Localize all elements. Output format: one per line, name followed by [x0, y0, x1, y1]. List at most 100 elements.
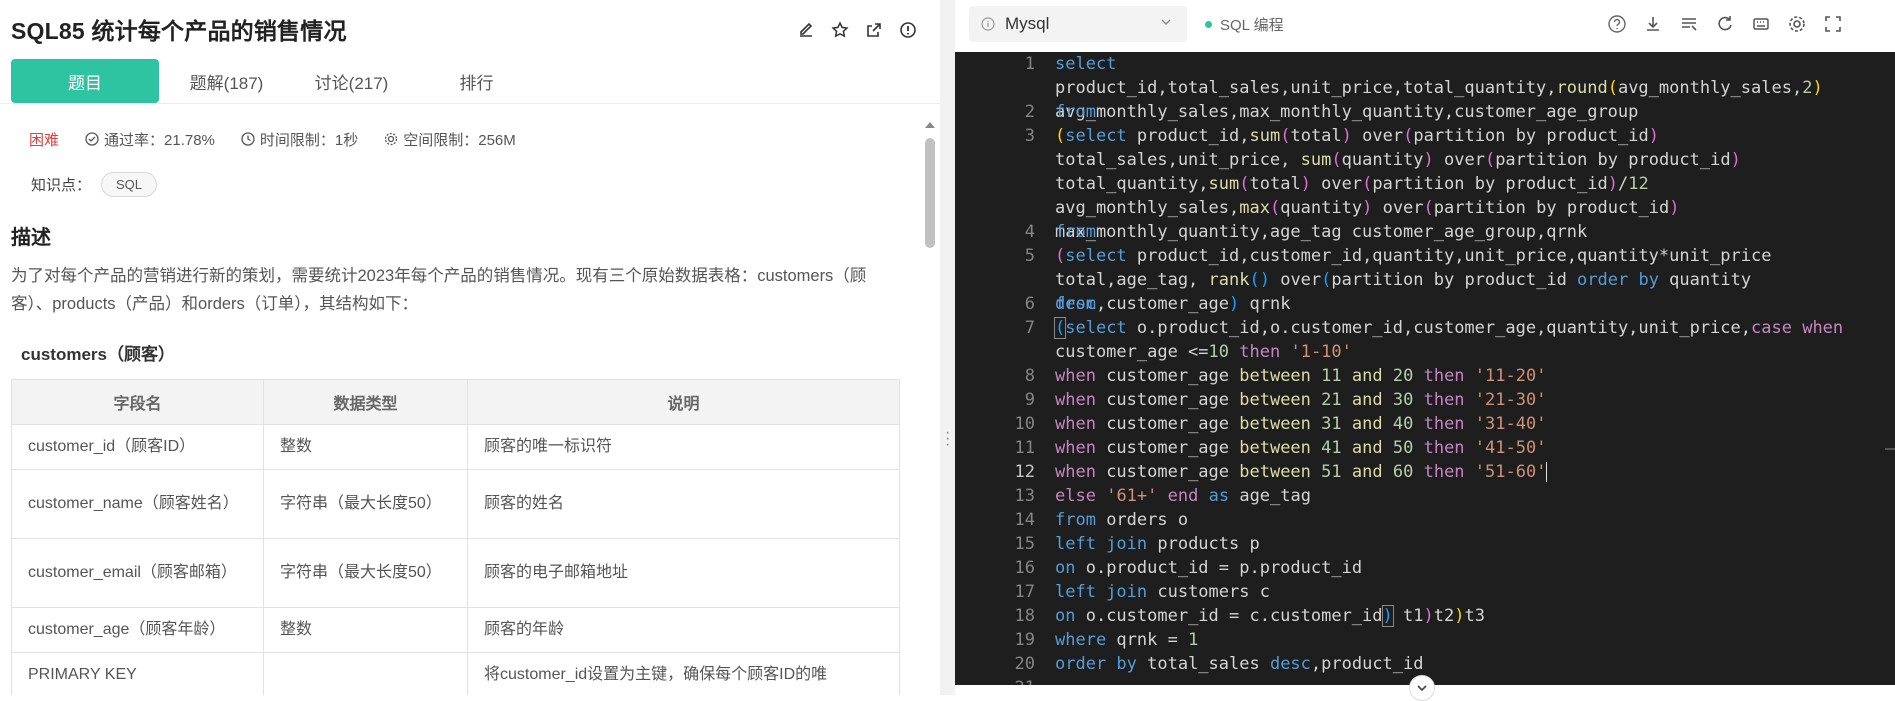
panel-splitter[interactable]: · · · — [940, 0, 955, 695]
line-number: 9 — [1024, 390, 1035, 410]
line-number: 20 — [1014, 654, 1035, 674]
code-text[interactable]: (select o.product_id,o.customer_id,custo… — [1053, 316, 1883, 364]
time-limit: 时间限制：1秒 — [241, 129, 358, 150]
line-number: 11 — [1014, 438, 1035, 458]
space-limit: 空间限制：256M — [384, 129, 516, 150]
language-value: Mysql — [1005, 14, 1050, 33]
status-dot — [1205, 21, 1212, 28]
description-text: 为了对每个产品的营销进行新的策划，需要统计2023年每个产品的销售情况。现有三个… — [11, 267, 867, 313]
table-header: 数据类型 — [263, 379, 468, 425]
table-cell: customer_age（顾客年龄） — [11, 607, 264, 653]
code-text[interactable]: on o.customer_id = c.customer_id) t1)t2)… — [1055, 604, 1883, 628]
table-row: customer_email（顾客邮箱） 字符串（最大长度50） 顾客的电子邮箱… — [11, 538, 900, 608]
download-icon[interactable] — [1641, 12, 1665, 36]
line-number: 3 — [1024, 126, 1035, 146]
line-number: 6 — [1024, 294, 1035, 314]
table-header: 字段名 — [11, 379, 264, 425]
settings-icon[interactable] — [1785, 12, 1809, 36]
code-text[interactable]: from — [1055, 220, 1883, 244]
problem-content: 困难 通过率：21.78% 时间限制：1秒 空间限制：256M 知识点： SQL… — [11, 117, 901, 695]
editor-scroll-marker — [1885, 448, 1895, 450]
line-number: 8 — [1024, 366, 1035, 386]
meta-row: 困难 通过率：21.78% 时间限制：1秒 空间限制：256M — [11, 117, 901, 161]
clock-icon — [241, 132, 255, 146]
table-cell: 顾客的电子邮箱地址 — [467, 538, 900, 608]
table-cell: customer_name（顾客姓名） — [11, 469, 264, 539]
language-select[interactable]: Mysql — [969, 6, 1187, 42]
editor-toolbar: Mysql SQL 编程 — [955, 0, 1895, 52]
table-row: customer_age（顾客年龄） 整数 顾客的年龄 — [11, 607, 900, 653]
line-number: 18 — [1014, 606, 1035, 626]
table-cell: 字符串（最大长度50） — [263, 469, 468, 539]
mode-label: SQL 编程 — [1205, 14, 1284, 35]
code-text[interactable]: from orders o — [1055, 508, 1883, 532]
code-text[interactable]: left join products p — [1055, 532, 1883, 556]
code-text[interactable]: when customer_age between 21 and 30 then… — [1055, 388, 1883, 412]
info-icon[interactable] — [896, 18, 920, 42]
pass-rate-text: 通过率：21.78% — [104, 131, 215, 149]
table-cell: 顾客的姓名 — [467, 469, 900, 539]
table-cell: 整数 — [263, 607, 468, 653]
code-text[interactable]: on o.product_id = p.product_id — [1055, 556, 1883, 580]
time-limit-text: 时间限制：1秒 — [259, 131, 359, 149]
tab-problem[interactable]: 题目 — [11, 59, 159, 103]
line-number: 10 — [1014, 414, 1035, 434]
mode-text: SQL 编程 — [1220, 17, 1284, 34]
table-cell: 顾客的年龄 — [467, 607, 900, 653]
code-text[interactable]: from — [1055, 100, 1883, 124]
knowledge-tag[interactable]: SQL — [101, 171, 158, 197]
table-row: PRIMARY KEY 将customer_id设置为主键，确保每个顾客ID的唯 — [11, 652, 900, 695]
table-header: 说明 — [467, 379, 900, 425]
tab-ranking[interactable]: 排行 — [414, 59, 539, 103]
star-icon[interactable] — [828, 18, 852, 42]
code-text[interactable]: order by total_sales desc,product_id — [1055, 652, 1883, 676]
collapse-chevron-icon[interactable] — [1409, 675, 1435, 701]
scroll-up-arrow[interactable] — [925, 122, 935, 128]
table-cell: PRIMARY KEY — [11, 652, 264, 695]
code-text[interactable]: when customer_age between 41 and 50 then… — [1055, 436, 1883, 460]
line-number: 7 — [1024, 318, 1035, 338]
line-number: 12 — [1014, 462, 1035, 482]
line-number: 4 — [1024, 222, 1035, 242]
table-row: customer_name（顾客姓名） 字符串（最大长度50） 顾客的姓名 — [11, 469, 900, 539]
drag-handle-icon[interactable]: · · · — [945, 425, 950, 453]
description-heading: 描述 — [11, 227, 51, 249]
code-text[interactable]: else '61+' end as age_tag — [1055, 484, 1883, 508]
line-number: 16 — [1014, 558, 1035, 578]
knowledge-row: 知识点： SQL — [11, 169, 901, 199]
tab-solutions[interactable]: 题解(187) — [164, 59, 289, 103]
space-limit-text: 空间限制：256M — [403, 131, 516, 149]
line-number: 21 — [955, 676, 1035, 685]
keyboard-icon[interactable] — [1749, 12, 1773, 36]
line-number: 17 — [1014, 582, 1035, 602]
format-icon[interactable] — [1677, 12, 1701, 36]
problem-panel: SQL85 统计每个产品的销售情况 题目 题解(187) 讨论(217) 排行 … — [0, 0, 940, 695]
code-editor[interactable]: 1 select product_id,total_sales,unit_pri… — [955, 52, 1895, 685]
line-number: 13 — [1014, 486, 1035, 506]
table-cell: 整数 — [263, 424, 468, 470]
table-cell: 顾客的唯一标识符 — [467, 424, 900, 470]
code-text[interactable]: where qrnk = 1 — [1055, 628, 1883, 652]
tab-discussion[interactable]: 讨论(217) — [289, 59, 414, 103]
line-number: 15 — [1014, 534, 1035, 554]
difficulty-badge: 困难 — [29, 131, 60, 149]
pass-rate: 通过率：21.78% — [85, 129, 215, 150]
code-text[interactable]: from — [1055, 292, 1883, 316]
edit-note-icon[interactable] — [794, 18, 818, 42]
code-text[interactable]: when customer_age between 51 and 60 then… — [1055, 460, 1883, 484]
code-text[interactable]: when customer_age between 11 and 20 then… — [1055, 364, 1883, 388]
chevron-down-icon — [1159, 15, 1173, 32]
code-text[interactable]: when customer_age between 31 and 40 then… — [1055, 412, 1883, 436]
scrollbar-thumb[interactable] — [925, 138, 935, 248]
problem-tabs: 题目 题解(187) 讨论(217) 排行 — [11, 59, 539, 105]
text-cursor — [1546, 462, 1548, 482]
title-toolbar — [794, 18, 920, 42]
table-cell: customer_email（顾客邮箱） — [11, 538, 264, 608]
fullscreen-icon[interactable] — [1821, 12, 1845, 36]
help-icon[interactable] — [1605, 12, 1629, 36]
code-text[interactable]: left join customers c — [1055, 580, 1883, 604]
line-number: 1 — [1024, 54, 1035, 74]
share-icon[interactable] — [862, 18, 886, 42]
line-number: 19 — [1014, 630, 1035, 650]
refresh-icon[interactable] — [1713, 12, 1737, 36]
